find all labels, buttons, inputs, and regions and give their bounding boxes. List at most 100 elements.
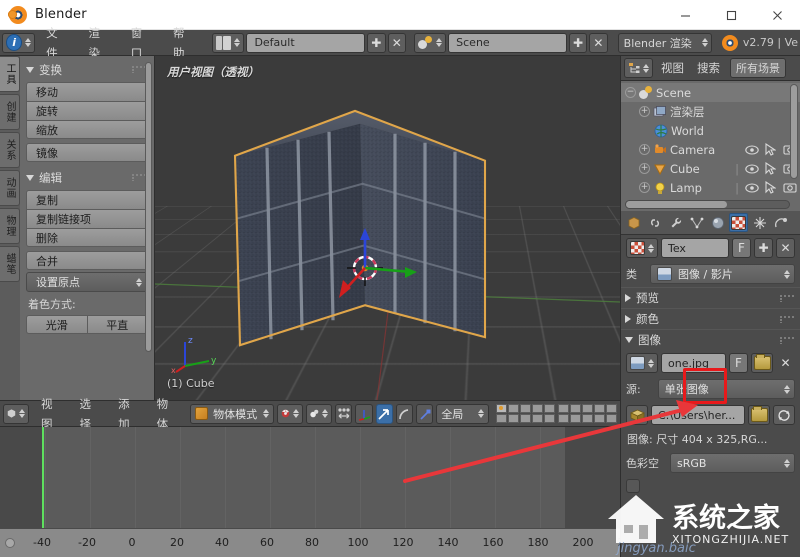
tab-object-data[interactable] — [687, 213, 706, 232]
open-image-folder-icon[interactable] — [751, 353, 773, 373]
reload-icon[interactable] — [773, 405, 795, 425]
outliner-filter-dropdown[interactable]: 所有场景 — [730, 58, 786, 78]
tool-button-duplicate[interactable]: 复制 — [26, 190, 148, 209]
tool-button-delete[interactable]: 删除 — [26, 228, 148, 247]
set-origin-dropdown[interactable]: 设置原点 — [26, 272, 148, 292]
tool-button-translate[interactable]: 移动 — [26, 82, 148, 101]
manipulator-arrow-toggle[interactable] — [376, 404, 393, 424]
manipulator-rotate-toggle[interactable] — [396, 404, 413, 424]
timeline-track-area[interactable] — [0, 427, 620, 528]
manipulator-scale-toggle[interactable] — [416, 404, 433, 424]
scene-selector-button[interactable] — [414, 33, 446, 53]
outliner-row-world[interactable]: World — [621, 121, 800, 140]
camera-render-icon[interactable] — [782, 180, 797, 195]
layer-cell[interactable] — [544, 404, 555, 413]
outliner-row-render-layers[interactable]: + 渲染层 — [621, 102, 800, 121]
outliner-row-lamp[interactable]: + Lamp | — [621, 178, 800, 197]
colorspace-dropdown[interactable]: sRGB — [670, 453, 795, 473]
pivot-point-dropdown[interactable] — [306, 404, 332, 424]
tool-button-duplicate-linked[interactable]: 复制链接项 — [26, 209, 148, 228]
layer-cell[interactable] — [582, 414, 593, 423]
layer-cell[interactable] — [582, 404, 593, 413]
screen-layout-name-field[interactable]: Default — [246, 33, 365, 53]
snap-toggle-button[interactable] — [335, 404, 352, 424]
panel-header-edit[interactable]: 编辑 — [26, 168, 148, 187]
add-screen-layout-button[interactable]: ✚ — [367, 33, 385, 53]
texture-name-field[interactable]: Tex — [661, 238, 729, 258]
tab-texture[interactable] — [729, 213, 748, 232]
tab-material[interactable] — [708, 213, 727, 232]
layer-cell[interactable] — [606, 404, 617, 413]
shade-smooth-button[interactable]: 光滑 — [26, 315, 87, 334]
tool-button-join[interactable]: 合并 — [26, 251, 148, 270]
outliner-row-scene[interactable]: − Scene — [621, 83, 800, 102]
expand-toggle-icon[interactable]: + — [639, 163, 650, 174]
layer-cell[interactable] — [606, 414, 617, 423]
eye-icon[interactable] — [744, 180, 759, 195]
outliner-menu-view[interactable]: 视图 — [656, 58, 689, 78]
eye-icon[interactable] — [744, 161, 759, 176]
expand-toggle-icon[interactable]: + — [639, 144, 650, 155]
cursor-arrow-icon[interactable] — [763, 142, 778, 157]
tool-shelf-scrollbar[interactable] — [145, 62, 152, 352]
sidebar-item-tools[interactable]: 工具 — [0, 56, 20, 92]
tab-particles[interactable] — [750, 213, 769, 232]
outliner-row-camera[interactable]: + Camera — [621, 140, 800, 159]
tab-object-links[interactable] — [645, 213, 664, 232]
outliner-row-cube[interactable]: + Cube | — [621, 159, 800, 178]
tab-physics[interactable] — [771, 213, 790, 232]
layer-cell[interactable] — [496, 404, 507, 413]
layer-cell[interactable] — [558, 414, 569, 423]
section-preview[interactable]: 预览 — [621, 287, 800, 308]
image-name-field[interactable]: one.jpg — [661, 353, 726, 373]
open-file-folder-icon[interactable] — [748, 405, 770, 425]
layer-cell[interactable] — [508, 404, 519, 413]
cursor-arrow-icon[interactable] — [763, 161, 778, 176]
minimize-button[interactable] — [662, 0, 708, 30]
texture-browse-button[interactable] — [626, 238, 658, 258]
outliner-editor[interactable]: 视图 搜索 所有场景 − Scene + — [620, 56, 800, 211]
section-colors[interactable]: 颜色 — [621, 308, 800, 329]
tab-render[interactable] — [624, 213, 643, 232]
outliner-vertical-scrollbar[interactable] — [790, 84, 798, 179]
scene-layers-control[interactable] — [496, 404, 617, 423]
tool-button-scale[interactable]: 缩放 — [26, 120, 148, 139]
layer-cell[interactable] — [594, 414, 605, 423]
image-source-dropdown[interactable]: 单张图像 — [658, 379, 795, 399]
image-filepath-field[interactable]: C:\Users\her... — [651, 405, 745, 425]
texture-fake-user-button[interactable]: F — [732, 238, 751, 258]
editor-type-button-3dview[interactable] — [3, 404, 29, 424]
expand-toggle-icon[interactable]: + — [639, 106, 650, 117]
viewport-shading-dropdown[interactable] — [277, 404, 303, 424]
eye-icon[interactable] — [744, 142, 759, 157]
shade-flat-button[interactable]: 平直 — [87, 315, 149, 334]
image-fake-user-button[interactable]: F — [729, 353, 748, 373]
layer-cell[interactable] — [520, 404, 531, 413]
layer-group-top[interactable] — [496, 404, 555, 423]
delete-screen-layout-button[interactable]: ✕ — [388, 33, 406, 53]
texture-type-dropdown[interactable]: 图像 / 影片 — [650, 264, 795, 284]
add-scene-button[interactable]: ✚ — [569, 33, 587, 53]
tool-button-rotate[interactable]: 旋转 — [26, 101, 148, 120]
layer-cell[interactable] — [508, 414, 519, 423]
tool-button-mirror[interactable]: 镜像 — [26, 143, 148, 162]
collapse-toggle-icon[interactable]: − — [625, 87, 636, 98]
render-engine-dropdown[interactable]: Blender 渲染 — [618, 33, 712, 53]
timeline-editor[interactable]: -40 -20 0 20 40 60 80 100 120 140 160 18… — [0, 427, 620, 557]
layer-cell[interactable] — [594, 404, 605, 413]
screen-layout-selector-button[interactable] — [212, 33, 244, 53]
outliner-display-mode-button[interactable] — [624, 58, 653, 78]
3d-viewport[interactable]: 用户视图（透视） z y x (1) Cube — [155, 56, 620, 400]
layer-cell[interactable] — [496, 414, 507, 423]
layer-group-bottom[interactable] — [558, 404, 617, 423]
layer-cell[interactable] — [570, 404, 581, 413]
outliner-horizontal-scrollbar[interactable] — [625, 200, 790, 209]
delete-scene-button[interactable]: ✕ — [589, 33, 607, 53]
layer-cell[interactable] — [570, 414, 581, 423]
info-editor-type-button[interactable]: i — [2, 33, 35, 53]
cursor-arrow-icon[interactable] — [763, 180, 778, 195]
timeline-playhead[interactable] — [42, 427, 44, 528]
delete-texture-button[interactable]: ✕ — [776, 238, 795, 258]
scene-name-field[interactable]: Scene — [448, 33, 567, 53]
layer-cell[interactable] — [544, 414, 555, 423]
